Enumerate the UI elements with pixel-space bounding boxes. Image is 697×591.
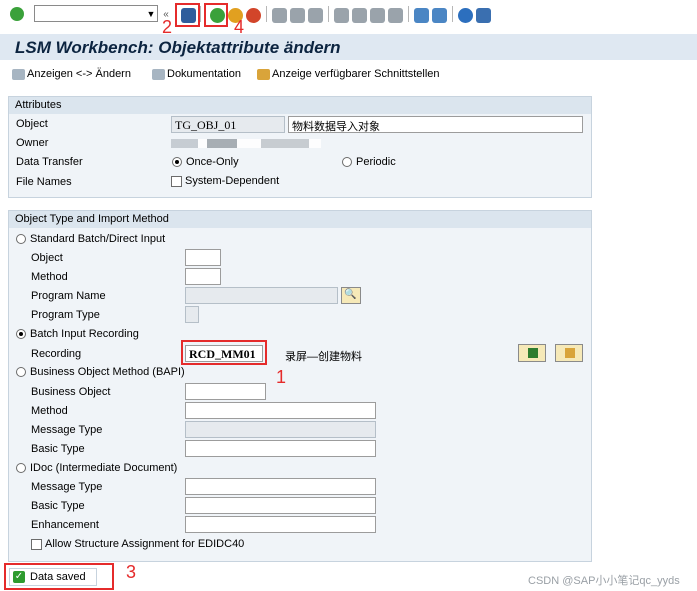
command-field[interactable] <box>34 5 158 22</box>
previous-page-icon[interactable] <box>352 8 367 23</box>
recording-description: 录屏—创建物料 <box>285 351 362 363</box>
page-title: LSM Workbench: Objektattribute ändern <box>0 34 697 60</box>
toolbar-separator <box>328 6 329 22</box>
data-transfer-label: Data Transfer <box>16 156 83 168</box>
bapi-basic-type-field[interactable] <box>185 440 376 457</box>
interfaces-icon <box>257 68 270 80</box>
annotation-number-3: 3 <box>126 562 137 582</box>
enter-icon[interactable] <box>10 7 24 21</box>
system-dependent-label: System-Dependent <box>185 175 280 187</box>
sb-object-label: Object <box>31 252 63 264</box>
file-names-label: File Names <box>16 176 72 188</box>
shortcut-icon[interactable] <box>432 8 447 23</box>
toolbar-separator <box>408 6 409 22</box>
periodic-radio[interactable] <box>342 157 352 167</box>
standard-batch-label: Standard Batch/Direct Input <box>30 233 166 245</box>
sb-program-type-field[interactable] <box>185 306 199 323</box>
documentation-icon <box>152 68 165 80</box>
display-change-label: Anzeigen <-> Ändern <box>27 68 131 80</box>
last-page-icon[interactable] <box>388 8 403 23</box>
find-icon[interactable] <box>290 8 305 23</box>
next-page-icon[interactable] <box>370 8 385 23</box>
bapi-message-type-label: Message Type <box>31 424 103 436</box>
object-description-field[interactable]: 物料数据导入对象 <box>288 116 583 133</box>
sb-program-name-label: Program Name <box>31 290 106 302</box>
application-toolbar: Anzeigen <-> Ändern Dokumentation Anzeig… <box>0 64 697 86</box>
bapi-label: Business Object Method (BAPI) <box>30 366 185 378</box>
standard-batch-radio[interactable] <box>16 234 26 244</box>
display-change-button[interactable]: Anzeigen <-> Ändern <box>12 68 131 80</box>
annotation-number-1: 1 <box>276 367 287 387</box>
first-page-icon[interactable] <box>334 8 349 23</box>
idoc-label: IDoc (Intermediate Document) <box>30 462 178 474</box>
system-dependent-checkbox[interactable] <box>171 176 182 187</box>
attributes-header: Attributes <box>9 97 591 114</box>
create-session-icon[interactable] <box>414 8 429 23</box>
program-display-button[interactable]: 🔍 <box>341 287 361 304</box>
interfaces-label: Anzeige verfügbarer Schnittstellen <box>272 68 440 80</box>
recording-overview-button[interactable] <box>555 344 583 362</box>
object-label: Object <box>16 118 48 130</box>
idoc-radio[interactable] <box>16 463 26 473</box>
status-bar: ✓ Data saved 3 CSDN @SAP小小笔记qc_yyds <box>0 562 697 591</box>
sb-method-field[interactable] <box>185 268 221 285</box>
sb-object-field[interactable] <box>185 249 221 266</box>
system-toolbar: ▼ « <box>0 0 697 30</box>
toolbar-separator <box>266 6 267 22</box>
find-next-icon[interactable] <box>308 8 323 23</box>
sb-program-name-field[interactable] <box>185 287 338 304</box>
bapi-method-label: Method <box>31 405 68 417</box>
documentation-button[interactable]: Dokumentation <box>152 68 241 80</box>
bapi-basic-type-label: Basic Type <box>31 443 85 455</box>
chevron-down-icon[interactable]: ▼ <box>144 5 158 22</box>
interfaces-button[interactable]: Anzeige verfügbarer Schnittstellen <box>257 68 440 80</box>
watermark: CSDN @SAP小小笔记qc_yyds <box>528 575 680 587</box>
once-only-radio[interactable] <box>172 157 182 167</box>
owner-value-blurred <box>171 139 321 148</box>
idoc-enhancement-label: Enhancement <box>31 519 99 531</box>
recording-label: Recording <box>31 348 82 360</box>
print-icon[interactable] <box>272 8 287 23</box>
annotation-box-status <box>4 563 114 590</box>
annotation-box-recording <box>181 340 267 365</box>
bapi-method-field[interactable] <box>185 402 376 419</box>
sb-program-type-label: Program Type <box>31 309 100 321</box>
periodic-label: Periodic <box>356 156 396 168</box>
bapi-message-type-field[interactable] <box>185 421 376 438</box>
help-icon[interactable] <box>458 8 473 23</box>
display-change-icon <box>12 68 25 80</box>
bapi-business-object-field[interactable] <box>185 383 266 400</box>
idoc-message-type-label: Message Type <box>31 481 103 493</box>
idoc-basic-type-field[interactable] <box>185 497 376 514</box>
import-method-header: Object Type and Import Method <box>9 211 591 228</box>
recording-edit-button[interactable] <box>518 344 546 362</box>
interfaces-small-icon <box>565 348 575 358</box>
toolbar-separator <box>452 6 453 22</box>
glasses-icon: 🔍 <box>344 289 357 300</box>
allow-structure-label: Allow Structure Assignment for EDIDC40 <box>45 538 245 550</box>
idoc-message-type-field[interactable] <box>185 478 376 495</box>
owner-label: Owner <box>16 137 49 149</box>
sb-method-label: Method <box>31 271 68 283</box>
batch-input-recording-label: Batch Input Recording <box>30 328 139 340</box>
pencil-icon <box>528 348 538 358</box>
allow-structure-checkbox[interactable] <box>31 539 42 550</box>
toolbar-separator <box>200 6 201 22</box>
once-only-label: Once-Only <box>186 156 239 168</box>
documentation-label: Dokumentation <box>167 68 241 80</box>
cancel-icon[interactable] <box>246 8 261 23</box>
annotation-box-back <box>204 3 228 27</box>
bapi-business-object-label: Business Object <box>31 386 111 398</box>
customize-icon[interactable] <box>476 8 491 23</box>
idoc-basic-type-label: Basic Type <box>31 500 85 512</box>
bapi-radio[interactable] <box>16 367 26 377</box>
batch-input-recording-radio[interactable] <box>16 329 26 339</box>
idoc-enhancement-field[interactable] <box>185 516 376 533</box>
object-field[interactable]: TG_OBJ_01 <box>171 116 285 133</box>
annotation-box-save <box>175 3 200 27</box>
